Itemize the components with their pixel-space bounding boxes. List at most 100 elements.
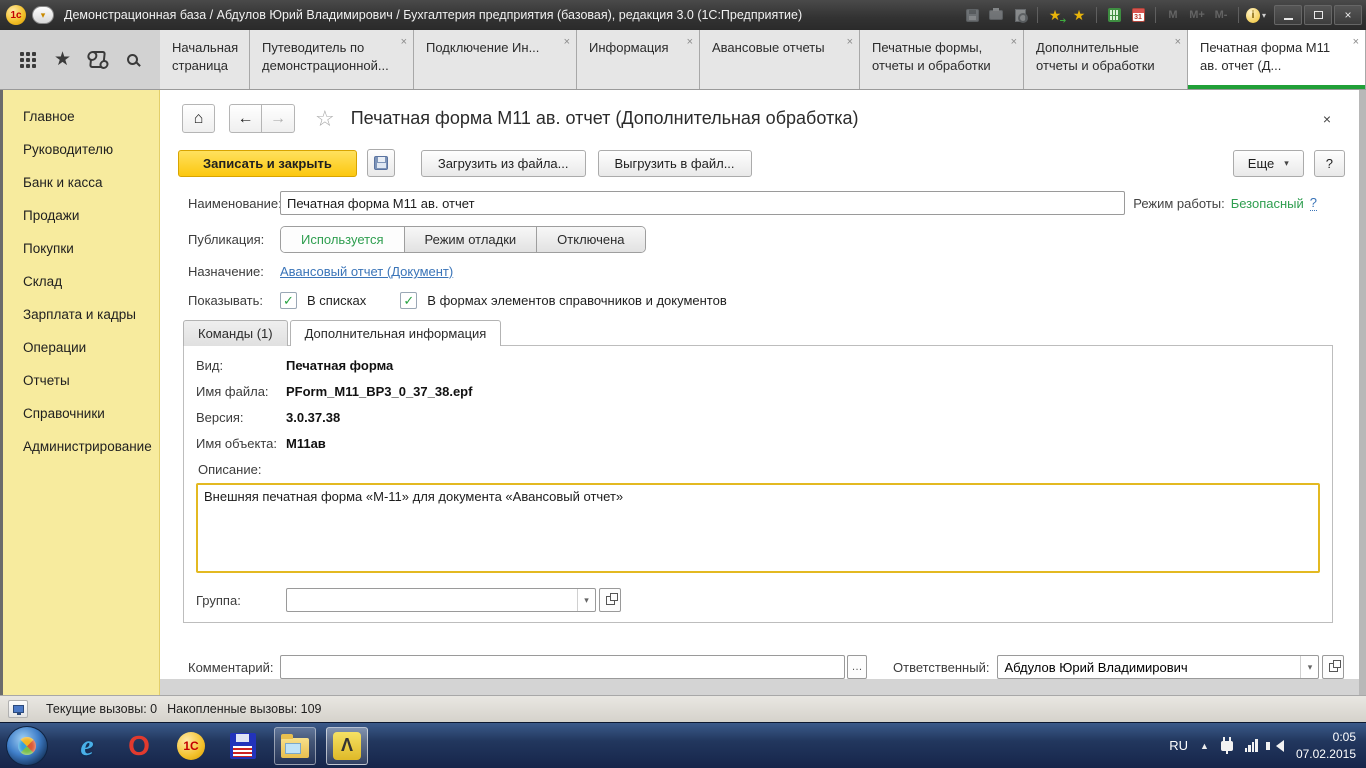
print-icon[interactable]: [986, 6, 1006, 24]
close-icon[interactable]: ×: [847, 35, 853, 50]
sidebar-item-operations[interactable]: Операции: [3, 331, 159, 364]
history-icon[interactable]: [85, 47, 111, 73]
publication-option-used[interactable]: Используется: [281, 227, 404, 252]
back-icon: ←: [237, 109, 254, 127]
memory-m-plus-button[interactable]: M+: [1187, 6, 1207, 24]
sidebar-item-reports[interactable]: Отчеты: [3, 364, 159, 397]
close-icon[interactable]: ×: [401, 35, 407, 50]
name-label: Наименование:: [188, 195, 282, 211]
taskbar-explorer-button[interactable]: [274, 726, 316, 765]
minimize-button[interactable]: [1274, 5, 1302, 25]
unload-to-file-button[interactable]: Выгрузить в файл...: [597, 149, 752, 177]
tab-print-form-m11[interactable]: Печатная форма М11 ав. отчет (Д... ×: [1188, 30, 1366, 89]
taskbar-opera-icon[interactable]: O: [118, 727, 160, 765]
close-icon[interactable]: ×: [1353, 35, 1359, 50]
taskbar-1c-icon[interactable]: 1С: [170, 727, 212, 765]
main-menu-icon[interactable]: [15, 47, 41, 73]
purpose-link[interactable]: Авансовый отчет (Документ): [280, 264, 453, 279]
windows-logo-icon: [14, 732, 40, 759]
taskbar-internet-explorer-icon[interactable]: e: [66, 727, 108, 765]
favorite-star-icon[interactable]: ☆: [315, 106, 335, 132]
name-input[interactable]: [280, 191, 1125, 215]
show-in-forms-checkbox[interactable]: ✓: [400, 292, 418, 309]
chevron-down-icon: ▾: [1261, 10, 1266, 20]
tab-information[interactable]: Информация ×: [577, 30, 700, 89]
close-icon[interactable]: ×: [1011, 35, 1017, 50]
taskbar-floppy-icon[interactable]: [222, 727, 264, 765]
tab-home[interactable]: Начальная страница: [160, 30, 250, 89]
group-dropdown-icon[interactable]: ▾: [577, 589, 595, 611]
group-open-button[interactable]: [599, 588, 621, 612]
sidebar-item-administration[interactable]: Администрирование: [3, 430, 159, 463]
description-textarea[interactable]: Внешняя печатная форма «М-11» для докуме…: [196, 483, 1320, 573]
save-button[interactable]: [366, 149, 395, 177]
network-signal-icon[interactable]: [1244, 739, 1258, 752]
calculator-icon[interactable]: [1104, 6, 1124, 24]
clock[interactable]: 0:05 07.02.2015: [1296, 729, 1356, 761]
help-button[interactable]: ?: [1313, 149, 1345, 177]
close-icon[interactable]: ×: [687, 35, 693, 50]
sidebar-item-salary-hr[interactable]: Зарплата и кадры: [3, 298, 159, 331]
home-button[interactable]: ⌂: [182, 104, 215, 133]
memory-m-button[interactable]: M: [1163, 6, 1183, 24]
comment-input[interactable]: [280, 655, 845, 679]
work-mode-help-link[interactable]: ?: [1309, 195, 1317, 211]
print-preview-icon[interactable]: [1010, 6, 1030, 24]
tab-advance-reports[interactable]: Авансовые отчеты ×: [700, 30, 860, 89]
tab-connection[interactable]: Подключение Ин... ×: [414, 30, 577, 89]
current-calls: Текущие вызовы: 0: [46, 702, 158, 716]
search-icon[interactable]: [120, 47, 146, 73]
1c-logo-icon: 1с: [6, 5, 26, 25]
file-name-label: Имя файла:: [196, 384, 269, 399]
form-close-icon[interactable]: ×: [1309, 111, 1345, 127]
close-icon[interactable]: ×: [1175, 35, 1181, 50]
tab-additional-info[interactable]: Дополнительная информация: [289, 320, 502, 347]
show-in-lists-checkbox[interactable]: ✓: [280, 292, 297, 309]
favorites-icon[interactable]: ★: [50, 47, 76, 73]
tab-print-forms[interactable]: Печатные формы, отчеты и обработки ×: [860, 30, 1024, 89]
back-button[interactable]: ←: [229, 104, 262, 133]
responsible-open-button[interactable]: [1322, 655, 1345, 679]
server-calls-icon[interactable]: [8, 700, 28, 718]
sidebar-item-manager[interactable]: Руководителю: [3, 133, 159, 166]
save-icon[interactable]: [962, 6, 982, 24]
show-in-forms-label: В формах элементов справочников и докуме…: [427, 293, 727, 308]
responsible-dropdown-icon[interactable]: ▾: [1300, 656, 1318, 678]
publication-option-debug[interactable]: Режим отладки: [403, 227, 537, 252]
tab-commands[interactable]: Команды (1): [183, 320, 288, 346]
add-favorite-icon[interactable]: ★: [1069, 6, 1089, 24]
load-from-file-button[interactable]: Загрузить из файла...: [420, 149, 586, 177]
forward-button[interactable]: →: [262, 104, 295, 133]
language-indicator[interactable]: RU: [1169, 738, 1188, 753]
power-icon[interactable]: [1220, 736, 1233, 754]
memory-m-minus-button[interactable]: M-: [1211, 6, 1231, 24]
sidebar-item-warehouse[interactable]: Склад: [3, 265, 159, 298]
volume-icon[interactable]: [1265, 739, 1284, 752]
sidebar-item-purchases[interactable]: Покупки: [3, 232, 159, 265]
close-button[interactable]: ×: [1334, 5, 1362, 25]
comment-more-button[interactable]: …: [847, 655, 867, 679]
sidebar-item-directories[interactable]: Справочники: [3, 397, 159, 430]
more-button[interactable]: Еще ▾: [1232, 149, 1304, 177]
go-to-favorites-icon[interactable]: ★: [1045, 6, 1066, 25]
sidebar-item-main[interactable]: Главное: [3, 100, 159, 133]
tab-guide[interactable]: Путеводитель по демонстрационной... ×: [250, 30, 414, 89]
close-icon[interactable]: ×: [564, 35, 570, 50]
responsible-input[interactable]: [998, 657, 1301, 677]
system-menu-button[interactable]: ▾: [32, 6, 54, 24]
sidebar-item-sales[interactable]: Продажи: [3, 199, 159, 232]
taskbar-1c-enterprise-button[interactable]: Λ: [326, 726, 368, 765]
group-input[interactable]: [287, 590, 577, 610]
restore-button[interactable]: [1304, 5, 1332, 25]
version-value: 3.0.37.38: [286, 410, 341, 425]
sidebar-item-bank-cash[interactable]: Банк и касса: [3, 166, 159, 199]
kind-value: Печатная форма: [286, 358, 394, 373]
tray-expand-icon[interactable]: ▲: [1200, 741, 1209, 751]
tools-panel: ★: [0, 30, 160, 89]
calendar-icon[interactable]: 31: [1128, 6, 1148, 24]
tab-additional-reports[interactable]: Дополнительные отчеты и обработки ×: [1024, 30, 1188, 89]
start-button[interactable]: [6, 725, 48, 766]
publication-option-disabled[interactable]: Отключена: [536, 227, 645, 252]
save-and-close-button[interactable]: Записать и закрыть: [178, 149, 357, 177]
info-icon[interactable]: i ▾: [1246, 6, 1266, 24]
